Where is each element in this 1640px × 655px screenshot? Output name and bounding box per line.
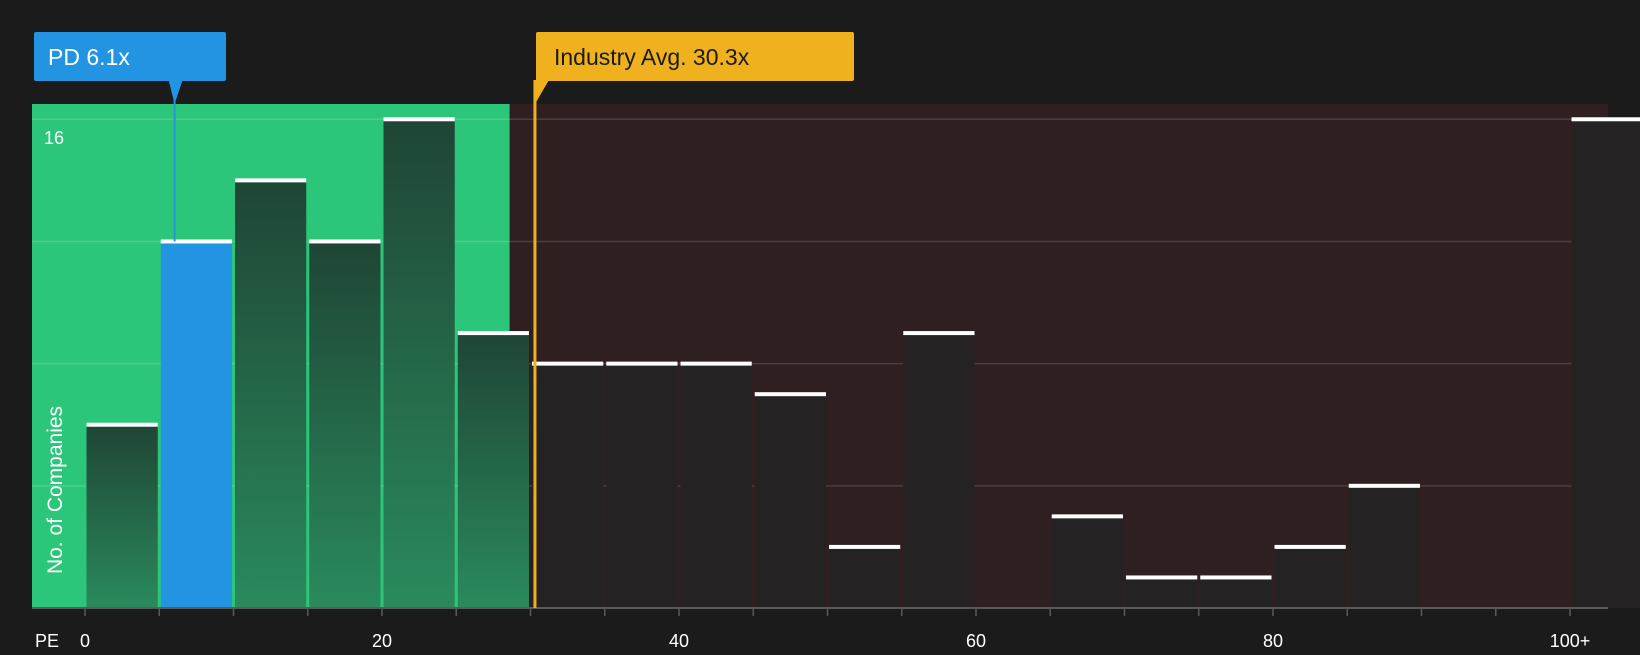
histogram-bar bbox=[384, 119, 455, 608]
histogram-bar-cap bbox=[829, 545, 900, 549]
histogram-bar bbox=[1572, 119, 1640, 608]
pd-callout-pointer bbox=[169, 80, 183, 104]
x-tick-label: 40 bbox=[669, 631, 689, 650]
histogram-bar-cap bbox=[755, 392, 826, 396]
x-tick-label: 60 bbox=[966, 631, 986, 650]
histogram-bar bbox=[606, 364, 677, 608]
pe-distribution-chart: No. of Companies PE 16 0 20 40 60 80 100+ PD … bbox=[0, 0, 1640, 650]
y-tick-label: 16 bbox=[44, 128, 64, 148]
histogram-bar bbox=[1200, 577, 1271, 608]
histogram-bar bbox=[1052, 516, 1123, 608]
histogram-bar bbox=[532, 364, 603, 608]
pd-callout-label: PD 6.1x bbox=[48, 44, 130, 70]
histogram-bar bbox=[681, 364, 752, 608]
histogram-bar-cap bbox=[161, 239, 232, 243]
histogram-bar-cap bbox=[1052, 514, 1123, 518]
histogram-bar-cap bbox=[681, 362, 752, 366]
histogram-bar-cap bbox=[1275, 545, 1346, 549]
x-tick-label: 20 bbox=[372, 631, 392, 650]
histogram-bar-cap bbox=[1126, 575, 1197, 579]
histogram-bar-cap bbox=[903, 331, 974, 335]
x-tick-label: 100+ bbox=[1550, 631, 1591, 650]
x-tick-label: 80 bbox=[1263, 631, 1283, 650]
histogram-bar bbox=[903, 333, 974, 608]
histogram-bar-cap bbox=[309, 239, 380, 243]
histogram-bar bbox=[1126, 577, 1197, 608]
histogram-bar-cap bbox=[458, 331, 529, 335]
histogram-bar-cap bbox=[235, 178, 306, 182]
histogram-bar-cap bbox=[384, 117, 455, 121]
histogram-bar bbox=[309, 241, 380, 608]
x-tick-label: 0 bbox=[80, 631, 90, 650]
histogram-bar bbox=[458, 333, 529, 608]
histogram-bar-cap bbox=[1349, 484, 1420, 488]
histogram-bar bbox=[161, 241, 232, 608]
histogram-bar bbox=[829, 547, 900, 608]
y-axis-title: No. of Companies bbox=[44, 406, 67, 574]
histogram-bar bbox=[87, 425, 158, 608]
histogram-bar-cap bbox=[1572, 117, 1640, 121]
histogram-bar bbox=[1275, 547, 1346, 608]
histogram-bar bbox=[755, 394, 826, 608]
industry-avg-callout-label: Industry Avg. 30.3x bbox=[554, 44, 750, 70]
histogram-bar-cap bbox=[606, 362, 677, 366]
chart-svg: No. of Companies PE 16 0 20 40 60 80 100+ PD … bbox=[0, 0, 1640, 650]
histogram-bar bbox=[235, 180, 306, 608]
industry-avg-callout-pointer bbox=[534, 80, 549, 104]
histogram-bar-cap bbox=[87, 423, 158, 427]
histogram-bar-cap bbox=[1200, 575, 1271, 579]
x-axis-title: PE bbox=[35, 631, 59, 650]
histogram-bar bbox=[1349, 486, 1420, 608]
histogram-bar-cap bbox=[532, 362, 603, 366]
